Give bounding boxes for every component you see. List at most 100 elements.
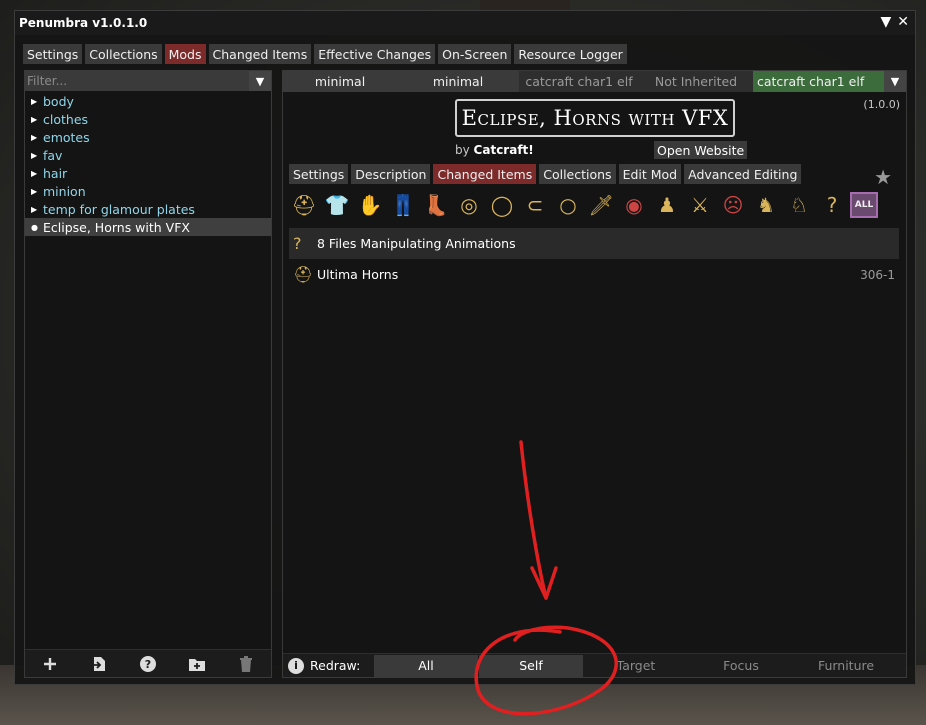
tree-folder-clothes[interactable]: ▶ clothes: [25, 110, 271, 128]
mod-tab-collections[interactable]: Collections: [539, 164, 616, 184]
collection-selected[interactable]: catcraft char1 elf: [519, 71, 639, 92]
expand-arrow-icon: ▶: [31, 132, 38, 142]
changed-item-id: 306-1: [860, 267, 895, 282]
collection-current[interactable]: catcraft char1 elf: [753, 71, 884, 92]
main-tab-settings[interactable]: Settings: [23, 44, 83, 64]
expand-arrow-icon: ▶: [31, 204, 38, 214]
tree-folder-fav[interactable]: ▶ fav: [25, 146, 271, 164]
mod-tab-settings[interactable]: Settings: [289, 164, 349, 184]
offhand-icon[interactable]: ◉: [619, 190, 649, 220]
collection-selector-bar: minimal minimal catcraft char1 elf Not I…: [283, 71, 906, 92]
main-tab-resource-logger[interactable]: Resource Logger: [514, 44, 627, 64]
mod-tab-changed-items[interactable]: Changed Items: [433, 164, 537, 184]
feet-icon[interactable]: 👢: [421, 190, 451, 220]
question-circle-icon: ?: [139, 655, 156, 672]
main-tab-changed-items[interactable]: Changed Items: [208, 44, 312, 64]
tree-folder-body[interactable]: ▶ body: [25, 92, 271, 110]
tree-folder-label: emotes: [43, 129, 90, 145]
collection-interface[interactable]: minimal: [397, 71, 519, 92]
customization-icon[interactable]: ♟: [652, 190, 682, 220]
action-icon[interactable]: ⚔: [685, 190, 715, 220]
all-filter-button[interactable]: ALL: [850, 192, 878, 218]
close-icon[interactable]: ✕: [897, 14, 909, 30]
help-button[interactable]: ?: [128, 653, 168, 675]
add-folder-button[interactable]: [177, 653, 217, 675]
filter-dropdown-icon[interactable]: ▼: [249, 71, 271, 91]
import-mod-button[interactable]: [79, 653, 119, 675]
mod-detail-panel: minimal minimal catcraft char1 elf Not I…: [282, 70, 907, 678]
tree-folder-hair[interactable]: ▶ hair: [25, 164, 271, 182]
mod-selector-panel: ▼ ▶ body ▶ clothes ▶ emotes ▶ fav ▶ hair ▶ min…: [24, 70, 272, 678]
changed-items-group-row[interactable]: ? 8 Files Manipulating Animations: [289, 228, 899, 259]
emote-icon[interactable]: ☹: [718, 190, 748, 220]
author-name: Catcraft!: [473, 143, 534, 157]
mod-version: (1.0.0): [863, 98, 900, 111]
tree-folder-temp-for-glamour-plates[interactable]: ▶ temp for glamour plates: [25, 200, 271, 218]
changed-items-list: ? 8 Files Manipulating Animations ⛑ Ulti…: [289, 228, 899, 290]
necklace-icon[interactable]: ◯: [487, 190, 517, 220]
redraw-target-button[interactable]: Target: [584, 655, 688, 677]
plus-icon: [43, 657, 56, 670]
main-tab-on-screen[interactable]: On-Screen: [438, 44, 512, 64]
trash-icon: [240, 655, 253, 672]
collection-dropdown-icon[interactable]: ▼: [884, 71, 906, 92]
title-controls: ▼ ✕: [880, 14, 909, 30]
legs-icon[interactable]: 👖: [388, 190, 418, 220]
bracelet-icon[interactable]: ⊂: [520, 190, 550, 220]
redraw-self-button[interactable]: Self: [479, 654, 583, 677]
info-icon[interactable]: i: [288, 657, 304, 674]
svg-text:?: ?: [145, 658, 151, 671]
body-icon[interactable]: 👕: [322, 190, 352, 220]
expand-arrow-icon: ▶: [31, 96, 38, 106]
redraw-focus-button[interactable]: Focus: [689, 655, 793, 677]
companion-icon[interactable]: ♘: [784, 190, 814, 220]
mod-tab-description[interactable]: Description: [351, 164, 431, 184]
favorite-star-icon[interactable]: ★: [874, 165, 892, 189]
head-icon[interactable]: ⛑: [289, 190, 319, 220]
redraw-all-button[interactable]: All: [374, 654, 478, 677]
redraw-label: Redraw:: [310, 658, 361, 673]
add-mod-button[interactable]: [30, 653, 70, 675]
tree-folder-label: hair: [43, 165, 68, 181]
expand-arrow-icon: ▶: [31, 114, 38, 124]
expand-arrow-icon: ▶: [31, 186, 38, 196]
delete-mod-button[interactable]: [226, 653, 266, 675]
head-icon: ⛑: [293, 265, 314, 284]
redraw-furniture-button[interactable]: Furniture: [794, 655, 898, 677]
collapse-icon[interactable]: ▼: [880, 14, 891, 30]
mod-tabs: Settings Description Changed Items Colle…: [289, 164, 802, 184]
tree-folder-minion[interactable]: ▶ minion: [25, 182, 271, 200]
tree-folder-label: temp for glamour plates: [43, 201, 195, 217]
ring-icon[interactable]: ○: [553, 190, 583, 220]
filter-input[interactable]: [27, 72, 249, 90]
main-tab-mods[interactable]: Mods: [164, 44, 206, 64]
main-tab-collections[interactable]: Collections: [85, 44, 162, 64]
mod-tab-edit-mod[interactable]: Edit Mod: [618, 164, 682, 184]
filter-bar: ▼: [25, 71, 271, 91]
tree-folder-emotes[interactable]: ▶ emotes: [25, 128, 271, 146]
mod-title: Eclipse, Horns with VFX: [455, 99, 735, 137]
mod-tab-advanced-editing[interactable]: Advanced Editing: [684, 164, 802, 184]
changed-item-row[interactable]: ⛑ Ultima Horns 306-1: [289, 259, 899, 290]
collection-default[interactable]: minimal: [283, 71, 397, 92]
main-tabs: Settings Collections Mods Changed Items …: [23, 44, 627, 64]
tree-folder-label: body: [43, 93, 74, 109]
expand-arrow-icon: ▶: [31, 168, 38, 178]
tree-folder-label: clothes: [43, 111, 89, 127]
title-bar[interactable]: Penumbra v1.0.1.0 ▼ ✕: [15, 11, 915, 35]
collection-inheritance[interactable]: Not Inherited: [639, 71, 753, 92]
expand-arrow-icon: ▶: [31, 150, 38, 160]
open-website-button[interactable]: Open Website: [654, 141, 748, 159]
redraw-bar: i Redraw: All Self Target Focus Furnitur…: [283, 653, 906, 677]
hands-icon[interactable]: ✋: [355, 190, 385, 220]
main-tab-effective-changes[interactable]: Effective Changes: [314, 44, 436, 64]
mount-icon[interactable]: ♞: [751, 190, 781, 220]
weapon-icon[interactable]: 🗡: [586, 190, 616, 220]
mod-tree: ▶ body ▶ clothes ▶ emotes ▶ fav ▶ hair ▶ minio…: [25, 92, 271, 236]
tree-mod-selected[interactable]: ● Eclipse, Horns with VFX: [25, 218, 271, 236]
earring-icon[interactable]: ◎: [454, 190, 484, 220]
unknown-icon[interactable]: ?: [817, 190, 847, 220]
group-label: 8 Files Manipulating Animations: [317, 236, 516, 251]
question-mark-icon: ?: [293, 234, 302, 253]
penumbra-window: Penumbra v1.0.1.0 ▼ ✕ Settings Collectio…: [14, 10, 916, 685]
